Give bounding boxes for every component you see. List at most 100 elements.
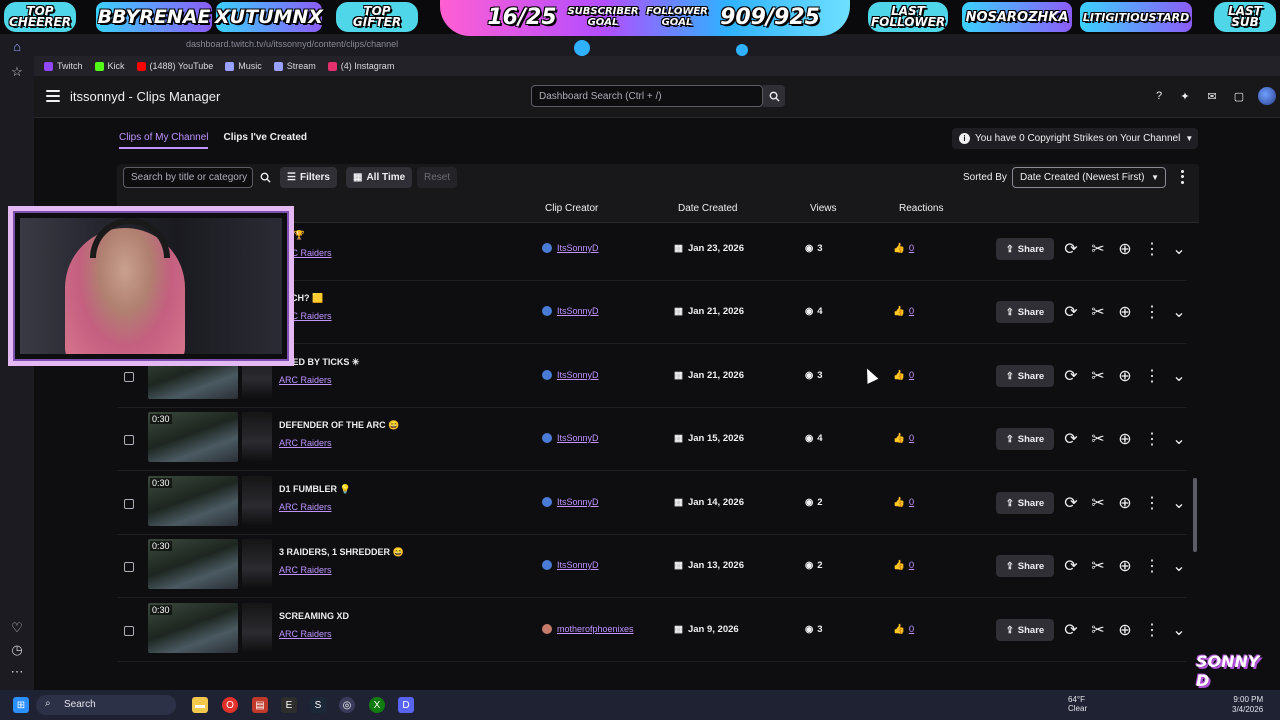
clip-creator-link[interactable]: ItsSonnyD — [542, 497, 599, 507]
weather-widget[interactable]: 64°F Clear — [1068, 695, 1087, 713]
replay-icon[interactable]: ⟳ — [1063, 304, 1079, 321]
row-checkbox[interactable] — [124, 372, 134, 382]
bookmark-item[interactable]: Twitch — [44, 61, 83, 71]
obs-icon[interactable]: ◎ — [339, 697, 355, 713]
tab-clips-of-my-channel[interactable]: Clips of My Channel — [119, 132, 209, 149]
heart-icon[interactable]: ♡ — [9, 620, 25, 636]
row-more-icon[interactable]: ⋮ — [1144, 368, 1160, 385]
row-more-icon[interactable]: ⋮ — [1144, 558, 1160, 575]
expand-chevron-icon[interactable]: ⌄ — [1171, 495, 1187, 512]
scrollbar-thumb[interactable] — [1193, 478, 1197, 552]
add-circle-icon[interactable]: ⊕ — [1117, 495, 1133, 512]
clip-title[interactable]: 3 RAIDERS, 1 SHREDDER 😄 — [279, 547, 404, 558]
row-more-icon[interactable]: ⋮ — [1144, 431, 1160, 448]
col-date-created[interactable]: Date Created — [678, 203, 737, 214]
share-button[interactable]: ⇪ Share — [996, 428, 1054, 450]
col-views[interactable]: Views — [810, 203, 837, 214]
browser-address-bar[interactable]: dashboard.twitch.tv/u/itssonnyd/content/… — [34, 34, 1280, 56]
row-checkbox[interactable] — [124, 626, 134, 636]
more-options-icon[interactable] — [1175, 169, 1189, 185]
clip-game-link[interactable]: ARC Raiders — [279, 438, 332, 448]
clip-reactions[interactable]: 👍 0 — [893, 306, 914, 317]
more-icon[interactable]: ⋯ — [9, 664, 25, 680]
reactions-count[interactable]: 0 — [909, 370, 914, 381]
share-button[interactable]: ⇪ Share — [996, 301, 1054, 323]
row-more-icon[interactable]: ⋮ — [1144, 622, 1160, 639]
reactions-count[interactable]: 0 — [909, 433, 914, 444]
star-icon[interactable]: ☆ — [9, 64, 25, 80]
replay-icon[interactable]: ⟳ — [1063, 558, 1079, 575]
expand-chevron-icon[interactable]: ⌄ — [1171, 368, 1187, 385]
share-button[interactable]: ⇪ Share — [996, 238, 1054, 260]
table-row[interactable]: 0:30 D1 FUMBLER 💡 ARC Raiders ItsSonnyD ▦ Jan… — [117, 472, 1187, 535]
replay-icon[interactable]: ⟳ — [1063, 622, 1079, 639]
filters-button[interactable]: ☰ Filters — [280, 167, 337, 188]
replay-icon[interactable]: ⟳ — [1063, 431, 1079, 448]
clip-reactions[interactable]: 👍 0 — [893, 624, 914, 635]
expand-chevron-icon[interactable]: ⌄ — [1171, 622, 1187, 639]
clip-thumbnail[interactable]: 0:30 — [148, 539, 238, 589]
clip-game-link[interactable]: ARC Raiders — [279, 502, 332, 512]
clip-creator-link[interactable]: ItsSonnyD — [542, 560, 599, 570]
share-button[interactable]: ⇪ Share — [996, 492, 1054, 514]
clip-thumbnail[interactable]: 0:30 — [148, 476, 238, 526]
system-clock[interactable]: 9:00 PM 3/4/2026 — [1232, 695, 1263, 715]
app-icon[interactable]: ▤ — [252, 697, 268, 713]
clip-thumbnail[interactable]: 0:30 — [148, 412, 238, 462]
epic-games-icon[interactable]: E — [281, 697, 297, 713]
scissors-icon[interactable]: ✂ — [1090, 368, 1106, 385]
clip-creator-link[interactable]: ItsSonnyD — [542, 306, 599, 316]
sort-dropdown[interactable]: Date Created (Newest First) ▼ — [1012, 167, 1166, 188]
scissors-icon[interactable]: ✂ — [1090, 304, 1106, 321]
add-circle-icon[interactable]: ⊕ — [1117, 622, 1133, 639]
clip-reactions[interactable]: 👍 0 — [893, 560, 914, 571]
add-circle-icon[interactable]: ⊕ — [1117, 368, 1133, 385]
replay-icon[interactable]: ⟳ — [1063, 241, 1079, 258]
file-explorer-icon[interactable]: ▬ — [192, 697, 208, 713]
home-icon[interactable]: ⌂ — [9, 38, 25, 54]
scissors-icon[interactable]: ✂ — [1090, 241, 1106, 258]
reactions-count[interactable]: 0 — [909, 497, 914, 508]
reactions-count[interactable]: 0 — [909, 560, 914, 571]
clip-reactions[interactable]: 👍 0 — [893, 243, 914, 254]
clip-reactions[interactable]: 👍 0 — [893, 433, 914, 444]
add-circle-icon[interactable]: ⊕ — [1117, 304, 1133, 321]
windows-start-icon[interactable]: ⊞ — [13, 697, 29, 713]
row-checkbox[interactable] — [124, 499, 134, 509]
table-row[interactable]: 0:30 DEFENDER OF THE ARC 😄 ARC Raiders ItsS… — [117, 408, 1187, 471]
share-button[interactable]: ⇪ Share — [996, 619, 1054, 641]
clip-title[interactable]: SCREAMING XD — [279, 611, 349, 621]
bookmark-item[interactable]: Music — [225, 61, 262, 71]
clip-reactions[interactable]: 👍 0 — [893, 370, 914, 381]
opera-browser-icon[interactable]: O — [222, 697, 238, 713]
table-row[interactable]: 0:30 3 RAIDERS, 1 SHREDDER 😄 ARC Raiders It… — [117, 535, 1187, 598]
clip-creator-link[interactable]: motherofphoenixes — [542, 624, 634, 634]
clip-search-button[interactable] — [255, 167, 275, 188]
add-circle-icon[interactable]: ⊕ — [1117, 431, 1133, 448]
taskbar-search[interactable]: ⌕ Search — [36, 695, 176, 715]
whispers-icon[interactable]: ▢ — [1232, 89, 1246, 103]
row-more-icon[interactable]: ⋮ — [1144, 304, 1160, 321]
clip-thumbnail[interactable]: 0:30 — [148, 603, 238, 653]
scissors-icon[interactable]: ✂ — [1090, 558, 1106, 575]
bookmark-item[interactable]: Kick — [94, 61, 125, 71]
help-icon[interactable]: ? — [1152, 89, 1166, 103]
row-more-icon[interactable]: ⋮ — [1144, 241, 1160, 258]
bookmark-item[interactable]: Stream — [273, 61, 316, 71]
scissors-icon[interactable]: ✂ — [1090, 622, 1106, 639]
clip-game-link[interactable]: ARC Raiders — [279, 629, 332, 639]
url-text[interactable]: dashboard.twitch.tv/u/itssonnyd/content/… — [186, 39, 398, 49]
clip-reactions[interactable]: 👍 0 — [893, 497, 914, 508]
expand-chevron-icon[interactable]: ⌄ — [1171, 304, 1187, 321]
clip-title[interactable]: DEFENDER OF THE ARC 😄 — [279, 420, 399, 431]
clip-creator-link[interactable]: ItsSonnyD — [542, 243, 599, 253]
reactions-count[interactable]: 0 — [909, 243, 914, 254]
avatar[interactable] — [1258, 87, 1276, 105]
inbox-icon[interactable]: ✉ — [1205, 89, 1219, 103]
reactions-count[interactable]: 0 — [909, 306, 914, 317]
expand-chevron-icon[interactable]: ⌄ — [1171, 241, 1187, 258]
clip-creator-link[interactable]: ItsSonnyD — [542, 433, 599, 443]
clip-game-link[interactable]: ARC Raiders — [279, 565, 332, 575]
replay-icon[interactable]: ⟳ — [1063, 495, 1079, 512]
reset-button[interactable]: Reset — [417, 167, 458, 188]
